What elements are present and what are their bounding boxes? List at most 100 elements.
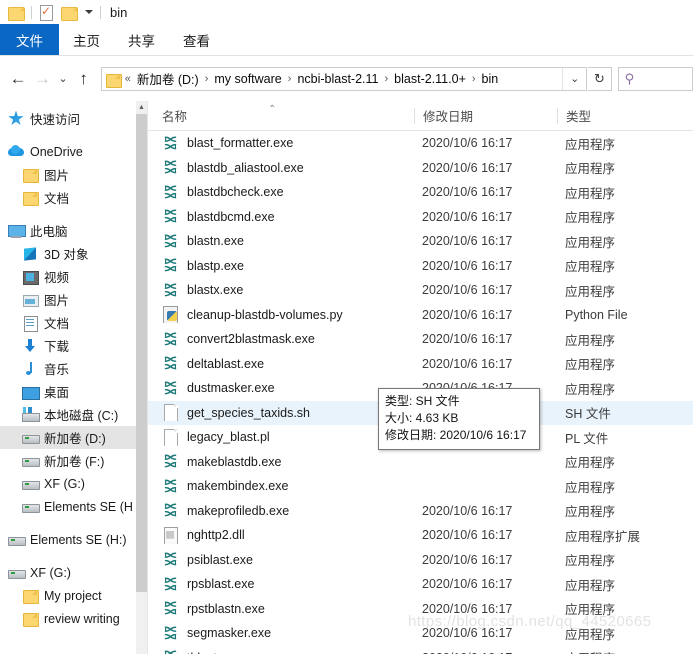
file-name-label: blastdb_aliastool.exe	[187, 160, 304, 175]
table-row[interactable]: blastp.exe 2020/10/6 16:17 应用程序	[148, 254, 693, 279]
table-row[interactable]: tblastn.exe2020/10/6 16:17应用程序	[148, 646, 693, 654]
file-name-label: segmasker.exe	[187, 626, 272, 641]
sidebar-item-18[interactable]: XF (G:)	[0, 561, 136, 584]
sidebar-item-4[interactable]: 此电脑	[0, 219, 136, 242]
sidebar-item-10[interactable]: 音乐	[0, 357, 136, 380]
navigation-pane-scrollbar[interactable]: ▲	[136, 101, 147, 654]
sidebar-item-1[interactable]: OneDrive	[0, 140, 136, 163]
sidebar-item-13[interactable]: 新加卷 (D:)	[0, 426, 136, 449]
tooltip-size-line: 大小: 4.63 KB	[385, 411, 459, 425]
qat-chevron-down-icon[interactable]	[79, 2, 95, 22]
file-name-cell: blastdbcheck.exe	[148, 184, 414, 201]
table-row[interactable]: deltablast.exe 2020/10/6 16:17 应用程序	[148, 352, 693, 377]
address-bar[interactable]: « 新加卷 (D:) › my software › ncbi-blast-2.…	[100, 66, 588, 91]
tab-home[interactable]: 主页	[59, 24, 114, 55]
breadcrumb-ncbi-blast[interactable]: ncbi-blast-2.11	[294, 72, 381, 86]
sidebar-item-5[interactable]: 3D 对象	[0, 242, 136, 265]
table-row[interactable]: convert2blastmask.exe 2020/10/6 16:17 应用程序	[148, 327, 693, 352]
sidebar-item-2[interactable]: 图片	[0, 163, 136, 186]
column-header-type[interactable]: 类型	[557, 107, 693, 124]
back-button[interactable]: ←	[6, 64, 30, 94]
breadcrumb-drive[interactable]: 新加卷 (D:)	[134, 69, 202, 88]
sidebar-item-label: 文档	[44, 192, 70, 206]
breadcrumb-bin[interactable]: bin	[479, 72, 502, 86]
table-row[interactable]: blastdbcheck.exe 2020/10/6 16:17 应用程序	[148, 180, 693, 205]
sidebar-item-3[interactable]: 文档	[0, 186, 136, 209]
sidebar-item-19[interactable]: My project	[0, 584, 136, 607]
sidebar-item-label: 此电脑	[30, 225, 68, 239]
sidebar-item-label: XF (G:)	[30, 565, 71, 580]
table-row[interactable]: blast_formatter.exe 2020/10/6 16:17 应用程序	[148, 131, 693, 156]
table-row[interactable]: blastn.exe 2020/10/6 16:17 应用程序	[148, 229, 693, 254]
search-box[interactable]: ⚲	[617, 66, 693, 91]
file-name-label: blastn.exe	[187, 234, 244, 249]
recent-locations-button[interactable]: ⌄	[55, 64, 72, 94]
sidebar-item-16[interactable]: Elements SE (H:)	[0, 495, 136, 518]
table-row[interactable]: nghttp2.dll 2020/10/6 16:17 应用程序扩展	[148, 523, 693, 548]
table-row[interactable]: segmasker.exe 2020/10/6 16:17 应用程序	[148, 621, 693, 646]
table-row[interactable]: makembindex.exe 应用程序	[148, 474, 693, 499]
sort-ascending-icon: ⌃	[268, 104, 277, 115]
column-header-name[interactable]: 名称 ⌃	[148, 104, 414, 125]
sidebar-item-17[interactable]: Elements SE (H:)	[0, 528, 136, 551]
file-type-cell: 应用程序	[565, 284, 616, 299]
table-row[interactable]: cleanup-blastdb-volumes.py 2020/10/6 16:1…	[148, 303, 693, 328]
tab-file[interactable]: 文件	[0, 24, 59, 55]
sidebar-item-8[interactable]: 文档	[0, 311, 136, 334]
file-name-cell: makembindex.exe	[148, 478, 414, 495]
scrollbar-up-arrow-icon[interactable]: ▲	[136, 101, 147, 114]
blank-document-icon	[162, 404, 179, 422]
tab-share[interactable]: 共享	[114, 24, 169, 55]
dna-helix-icon	[162, 478, 179, 495]
column-header-date[interactable]: 修改日期	[414, 107, 557, 124]
table-row[interactable]: makeblastdb.exe 应用程序	[148, 450, 693, 475]
qat-properties-icon[interactable]	[37, 2, 55, 22]
sidebar-item-11[interactable]: 桌面	[0, 380, 136, 403]
tab-view[interactable]: 查看	[169, 24, 224, 55]
file-name-label: legacy_blast.pl	[187, 430, 270, 445]
table-row[interactable]: blastdb_aliastool.exe 2020/10/6 16:17 应用程序	[148, 156, 693, 181]
table-row[interactable]: psiblast.exe 2020/10/6 16:17 应用程序	[148, 548, 693, 573]
file-type-cell: 应用程序	[565, 358, 616, 373]
address-chevron-down-icon[interactable]: ⌄	[562, 67, 586, 90]
sidebar-item-7[interactable]: 图片	[0, 288, 136, 311]
table-row[interactable]: blastdbcmd.exe 2020/10/6 16:17 应用程序	[148, 205, 693, 230]
blank-document-icon	[162, 428, 179, 446]
sidebar-item-12[interactable]: 本地磁盘 (C:)	[0, 403, 136, 426]
dna-helix-icon	[162, 355, 179, 372]
breadcrumb-my-software[interactable]: my software	[211, 72, 284, 86]
scrollbar-thumb[interactable]	[136, 114, 147, 592]
refresh-button[interactable]: ↻	[588, 66, 612, 91]
breadcrumb-sep-1[interactable]: ›	[285, 73, 295, 85]
file-type-cell: 应用程序	[565, 186, 616, 201]
sidebar-item-6[interactable]: 视频	[0, 265, 136, 288]
folder-icon	[22, 611, 39, 627]
breadcrumb-sep-2[interactable]: ›	[382, 73, 392, 85]
qat-folder-icon[interactable]	[6, 2, 26, 22]
sidebar-item-label: 3D 对象	[44, 248, 89, 262]
table-row[interactable]: rpstblastn.exe 2020/10/6 16:17 应用程序	[148, 597, 693, 622]
file-name-cell: tblastn.exe	[148, 649, 414, 654]
sidebar-item-14[interactable]: 新加卷 (F:)	[0, 449, 136, 472]
file-type-cell: 应用程序	[565, 211, 616, 226]
breadcrumb-sep-0[interactable]: ›	[202, 73, 212, 85]
up-button[interactable]: ↑	[71, 64, 95, 94]
sidebar-item-20[interactable]: review writing	[0, 607, 136, 630]
forward-button[interactable]: →	[30, 64, 54, 94]
table-row[interactable]: makeprofiledb.exe 2020/10/6 16:17 应用程序	[148, 499, 693, 524]
sidebar-item-15[interactable]: XF (G:)	[0, 472, 136, 495]
sidebar-item-0[interactable]: 快速访问	[0, 107, 136, 130]
videos-icon	[22, 269, 39, 285]
file-date-cell: 2020/10/6 16:17	[422, 356, 513, 371]
breadcrumb-sep-3[interactable]: ›	[469, 73, 479, 85]
breadcrumb-blast-version[interactable]: blast-2.11.0+	[391, 72, 469, 86]
address-folder-icon	[105, 72, 122, 88]
file-type-cell: 应用程序	[565, 480, 616, 495]
table-row[interactable]: blastx.exe 2020/10/6 16:17 应用程序	[148, 278, 693, 303]
file-name-cell: rpsblast.exe	[148, 576, 414, 593]
sidebar-item-9[interactable]: 下载	[0, 334, 136, 357]
file-name-label: makeprofiledb.exe	[187, 503, 290, 518]
table-row[interactable]: rpsblast.exe 2020/10/6 16:17 应用程序	[148, 572, 693, 597]
qat-new-folder-icon[interactable]	[59, 2, 79, 22]
address-overflow-chevrons[interactable]: «	[122, 73, 134, 85]
